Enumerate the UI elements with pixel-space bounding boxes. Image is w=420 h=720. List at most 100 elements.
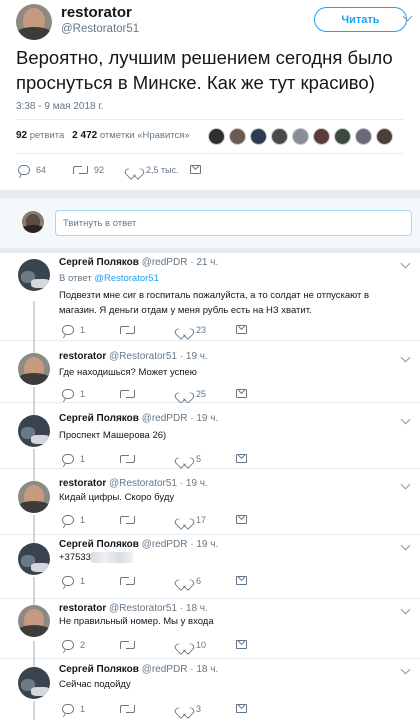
chevron-down-icon[interactable]: [400, 479, 411, 490]
reply-icon[interactable]: [62, 324, 74, 335]
chevron-down-icon[interactable]: [400, 540, 411, 551]
heart-icon[interactable]: [178, 639, 190, 650]
liker-avatar[interactable]: [292, 128, 309, 145]
reply-action[interactable]: 1: [62, 324, 120, 335]
chevron-down-icon[interactable]: [400, 414, 411, 425]
reply-action[interactable]: 64: [18, 164, 73, 175]
heart-icon[interactable]: [178, 514, 190, 525]
author-name[interactable]: restorator: [61, 4, 132, 21]
reply-input[interactable]: Твитнуть в ответ: [55, 210, 412, 236]
reply-icon[interactable]: [62, 388, 74, 399]
thread-tweet[interactable]: restorator @Restorator51 · 19 ч. Кидай ц…: [0, 469, 420, 535]
tweet-author-name[interactable]: Сергей Поляков: [59, 413, 139, 424]
like-action[interactable]: 2,5 тыс.: [128, 164, 198, 175]
chevron-down-icon[interactable]: [400, 258, 411, 269]
heart-icon[interactable]: [178, 703, 190, 714]
avatar[interactable]: [18, 481, 50, 513]
retweet-icon[interactable]: [120, 576, 135, 586]
thread-tweet[interactable]: Сергей Поляков @redPDR · 18 ч. Сейчас по…: [0, 659, 420, 720]
retweet-icon[interactable]: [120, 454, 135, 464]
retweets-count[interactable]: 92: [16, 130, 27, 141]
chevron-down-icon[interactable]: [400, 604, 411, 615]
tweet-author-name[interactable]: restorator: [59, 351, 106, 362]
tweet-time[interactable]: 18 ч.: [196, 664, 218, 675]
retweet-icon[interactable]: [120, 325, 135, 335]
author-handle[interactable]: @Restorator51: [61, 23, 139, 35]
avatar[interactable]: [18, 543, 50, 575]
mail-icon[interactable]: [236, 704, 247, 713]
liker-avatar[interactable]: [250, 128, 267, 145]
liker-avatar[interactable]: [376, 128, 393, 145]
tweet-time[interactable]: 19 ч.: [196, 413, 218, 424]
reply-icon[interactable]: [18, 164, 30, 175]
mail-icon[interactable]: [190, 165, 201, 174]
reply-to-link[interactable]: @Restorator51: [94, 273, 159, 284]
reply-action[interactable]: 1: [62, 514, 120, 525]
reply-action[interactable]: 1: [62, 453, 120, 464]
avatar[interactable]: [18, 605, 50, 637]
tweet-author-name[interactable]: Сергей Поляков: [59, 539, 139, 550]
tweet-author-name[interactable]: restorator: [59, 478, 106, 489]
tweet-author-handle[interactable]: @redPDR: [142, 539, 188, 550]
reply-action[interactable]: 2: [62, 639, 120, 650]
reply-action[interactable]: 1: [62, 388, 120, 399]
heart-icon[interactable]: [178, 388, 190, 399]
like-action[interactable]: 3: [178, 703, 236, 714]
tweet-author-handle[interactable]: @redPDR: [142, 413, 188, 424]
tweet-time[interactable]: 19 ч.: [196, 539, 218, 550]
mail-icon[interactable]: [236, 454, 247, 463]
reply-icon[interactable]: [62, 514, 74, 525]
like-action[interactable]: 17: [178, 514, 236, 525]
retweet-action[interactable]: [120, 454, 178, 464]
retweet-action[interactable]: [120, 325, 178, 335]
reply-icon[interactable]: [62, 575, 74, 586]
thread-tweet[interactable]: Сергей Поляков @redPDR · 19 ч. Проспект …: [0, 403, 420, 469]
likes-count[interactable]: 2 472: [72, 130, 97, 141]
retweet-action[interactable]: [120, 515, 178, 525]
liker-avatar[interactable]: [313, 128, 330, 145]
tweet-author-handle[interactable]: @Restorator51: [109, 478, 177, 489]
tweet-author-handle[interactable]: @redPDR: [142, 664, 188, 675]
author-avatar[interactable]: [16, 4, 52, 40]
chevron-down-icon[interactable]: [400, 352, 411, 363]
reply-icon[interactable]: [62, 703, 74, 714]
tweet-date[interactable]: 3:38 - 9 мая 2018 г.: [16, 101, 104, 112]
tweet-author-handle[interactable]: @Restorator51: [109, 603, 177, 614]
retweet-icon[interactable]: [120, 389, 135, 399]
like-action[interactable]: 5: [178, 453, 236, 464]
mail-icon[interactable]: [236, 515, 247, 524]
retweet-action[interactable]: [120, 704, 178, 714]
like-action[interactable]: 6: [178, 575, 236, 586]
mail-icon[interactable]: [236, 640, 247, 649]
liker-avatar[interactable]: [208, 128, 225, 145]
retweet-action[interactable]: [120, 576, 178, 586]
liker-avatar[interactable]: [229, 128, 246, 145]
thread-tweet[interactable]: restorator @Restorator51 · 18 ч. Не прав…: [0, 599, 420, 659]
avatar[interactable]: [18, 667, 50, 699]
reply-icon[interactable]: [62, 453, 74, 464]
like-action[interactable]: 25: [178, 388, 236, 399]
tweet-author-handle[interactable]: @Restorator51: [109, 351, 177, 362]
heart-icon[interactable]: [178, 575, 190, 586]
heart-icon[interactable]: [178, 324, 190, 335]
retweets-label[interactable]: ретвита: [30, 130, 64, 141]
tweet-author-handle[interactable]: @redPDR: [142, 257, 188, 268]
avatar[interactable]: [18, 415, 50, 447]
liker-avatar[interactable]: [355, 128, 372, 145]
reply-action[interactable]: 1: [62, 575, 120, 586]
retweet-action[interactable]: 92: [73, 165, 128, 175]
follow-button[interactable]: Читать: [314, 7, 407, 32]
heart-icon[interactable]: [178, 453, 190, 464]
reply-action[interactable]: 1: [62, 703, 120, 714]
retweet-action[interactable]: [120, 640, 178, 650]
retweet-icon[interactable]: [120, 515, 135, 525]
retweet-icon[interactable]: [120, 640, 135, 650]
retweet-icon[interactable]: [120, 704, 135, 714]
tweet-time[interactable]: 21 ч.: [196, 257, 218, 268]
liker-avatar[interactable]: [271, 128, 288, 145]
retweet-icon[interactable]: [73, 165, 88, 175]
reply-icon[interactable]: [62, 639, 74, 650]
like-action[interactable]: 23: [178, 324, 236, 335]
mail-icon[interactable]: [236, 389, 247, 398]
tweet-author-name[interactable]: restorator: [59, 603, 106, 614]
